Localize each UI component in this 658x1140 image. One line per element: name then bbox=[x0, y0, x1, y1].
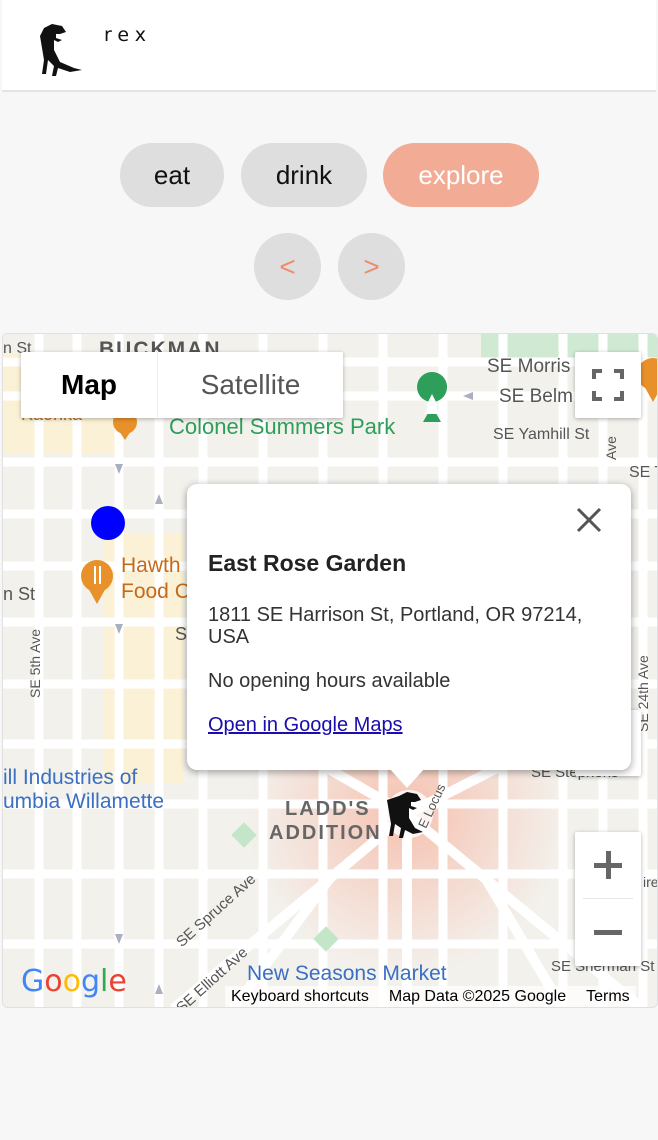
map-attribution: Keyboard shortcuts Map Data ©2025 Google… bbox=[225, 986, 636, 1007]
street-label: SE Belm bbox=[499, 386, 573, 407]
poi-label[interactable]: New Seasons Market bbox=[247, 962, 447, 986]
next-button[interactable]: > bbox=[338, 233, 405, 300]
close-icon bbox=[576, 507, 602, 533]
map-type-toggle: Map Satellite bbox=[21, 352, 343, 418]
place-address: 1811 SE Harrison St, Portland, OR 97214,… bbox=[208, 604, 583, 648]
place-title: East Rose Garden bbox=[208, 550, 407, 576]
plus-icon bbox=[594, 851, 622, 879]
open-in-google-maps-link[interactable]: Open in Google Maps bbox=[208, 714, 403, 737]
close-button[interactable] bbox=[571, 502, 607, 538]
neighborhood-label: ADDITION bbox=[269, 822, 382, 844]
street-label: ire bbox=[643, 874, 658, 890]
place-hours: No opening hours available bbox=[208, 670, 451, 692]
zoom-control bbox=[575, 832, 641, 966]
explore-button[interactable]: explore bbox=[383, 143, 539, 207]
map-type-satellite-button[interactable]: Satellite bbox=[157, 352, 343, 418]
neighborhood-label: LADD'S bbox=[285, 798, 371, 820]
place-info-window: East Rose Garden 1811 SE Harrison St, Po… bbox=[187, 484, 631, 770]
fullscreen-button[interactable] bbox=[575, 352, 641, 418]
minus-icon bbox=[594, 930, 622, 935]
user-location-dot bbox=[91, 506, 125, 540]
poi-label[interactable]: ill Industries of bbox=[3, 766, 137, 790]
logo-text: rex bbox=[104, 24, 152, 46]
poi-label[interactable]: Food C bbox=[121, 580, 190, 604]
street-label: SE Morris bbox=[487, 356, 571, 377]
eat-button[interactable]: eat bbox=[120, 143, 224, 207]
google-logo[interactable]: Google bbox=[21, 964, 127, 999]
rex-logo[interactable]: rex bbox=[34, 20, 146, 76]
map-data-text: Map Data ©2025 Google bbox=[388, 988, 567, 1005]
dinosaur-icon bbox=[40, 24, 82, 76]
zoom-out-button[interactable] bbox=[575, 899, 641, 965]
drink-button[interactable]: drink bbox=[241, 143, 367, 207]
street-label: SE Yamhill St bbox=[493, 426, 590, 443]
street-label: SE 5th Ave bbox=[27, 628, 43, 698]
poi-label[interactable]: umbia Willamette bbox=[3, 790, 164, 814]
map-type-map-button[interactable]: Map bbox=[21, 352, 157, 418]
poi-label[interactable]: Hawth bbox=[121, 554, 181, 578]
info-window-pointer bbox=[389, 768, 425, 788]
previous-button[interactable]: < bbox=[254, 233, 321, 300]
street-label: S bbox=[175, 624, 188, 644]
top-bar: rex bbox=[2, 0, 656, 92]
fullscreen-icon bbox=[592, 369, 624, 401]
street-label: SE T bbox=[629, 464, 657, 481]
street-label: Ave bbox=[603, 436, 619, 460]
map[interactable]: BUCKMAN SE Morris SE Belm Kaonka Colonel… bbox=[2, 333, 658, 1008]
keyboard-shortcuts-link[interactable]: Keyboard shortcuts bbox=[231, 988, 369, 1006]
street-label: n St bbox=[3, 584, 36, 604]
terms-link[interactable]: Terms bbox=[586, 988, 630, 1006]
zoom-in-button[interactable] bbox=[575, 832, 641, 898]
